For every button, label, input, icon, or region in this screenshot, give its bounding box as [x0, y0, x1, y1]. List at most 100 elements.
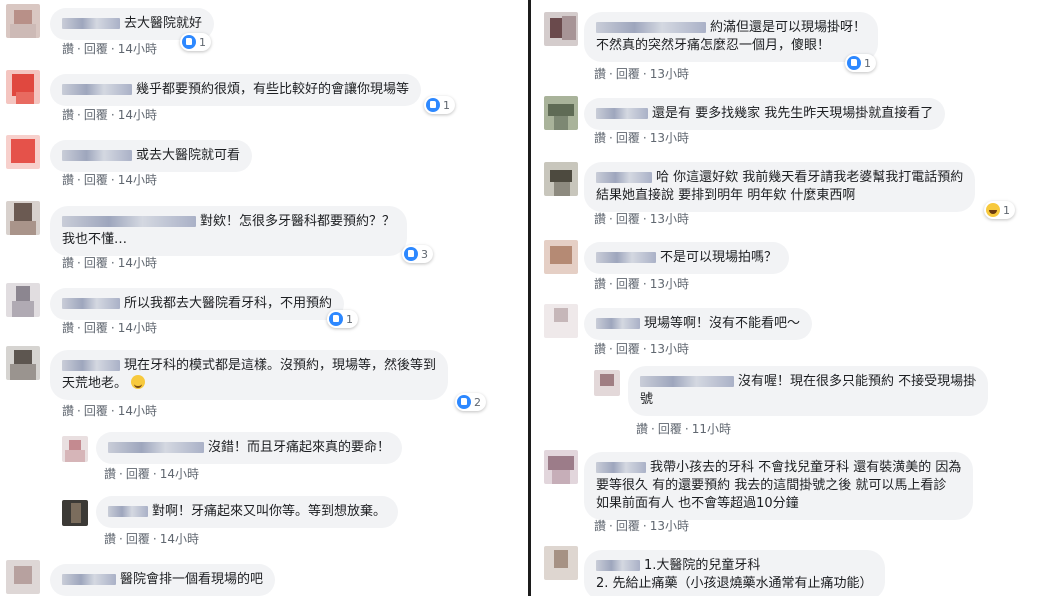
- reply-button[interactable]: 回覆: [658, 422, 682, 436]
- blurred-username[interactable]: [62, 150, 132, 161]
- blurred-username[interactable]: [62, 360, 120, 371]
- timestamp[interactable]: 13小時: [650, 67, 689, 81]
- reply-button[interactable]: 回覆: [84, 108, 108, 122]
- reply-button[interactable]: 回覆: [126, 532, 150, 546]
- avatar[interactable]: [6, 560, 40, 594]
- comment-bubble: 所以我都去大醫院看牙科，不用預約: [50, 288, 345, 320]
- reply-button[interactable]: 回覆: [84, 173, 108, 187]
- like-button[interactable]: 讚: [594, 131, 606, 145]
- timestamp[interactable]: 14小時: [118, 42, 157, 56]
- reply-button[interactable]: 回覆: [126, 467, 150, 481]
- blurred-username[interactable]: [62, 18, 120, 29]
- like-button[interactable]: 讚: [62, 42, 74, 56]
- blurred-username[interactable]: [596, 462, 646, 473]
- like-button[interactable]: 讚: [636, 422, 648, 436]
- reaction-count[interactable]: 1: [327, 310, 358, 328]
- reaction-count[interactable]: 1: [180, 33, 211, 51]
- like-button[interactable]: 讚: [104, 532, 116, 546]
- avatar[interactable]: [544, 12, 578, 46]
- timestamp[interactable]: 14小時: [118, 256, 157, 270]
- panel-divider: [528, 0, 531, 596]
- timestamp[interactable]: 13小時: [650, 131, 689, 145]
- blurred-username[interactable]: [62, 298, 120, 309]
- like-button[interactable]: 讚: [594, 212, 606, 226]
- comment-actions: 讚 · 回覆 · 13小時: [594, 131, 689, 145]
- blurred-username[interactable]: [596, 560, 640, 571]
- like-button[interactable]: 讚: [62, 321, 74, 335]
- avatar[interactable]: [62, 436, 88, 462]
- comment-actions: 讚 · 回覆 · 14小時: [62, 256, 157, 270]
- avatar[interactable]: [544, 450, 578, 484]
- timestamp[interactable]: 14小時: [118, 108, 157, 122]
- like-button[interactable]: 讚: [594, 342, 606, 356]
- timestamp[interactable]: 13小時: [650, 519, 689, 533]
- avatar[interactable]: [594, 370, 620, 396]
- like-button[interactable]: 讚: [594, 519, 606, 533]
- avatar[interactable]: [6, 4, 40, 38]
- reply-button[interactable]: 回覆: [616, 67, 640, 81]
- timestamp[interactable]: 14小時: [118, 321, 157, 335]
- reaction-count[interactable]: 2: [455, 393, 486, 411]
- reply-button[interactable]: 回覆: [616, 212, 640, 226]
- avatar[interactable]: [6, 201, 40, 235]
- reaction-count[interactable]: 1: [845, 54, 876, 72]
- reaction-count[interactable]: 1: [424, 96, 455, 114]
- reply-button[interactable]: 回覆: [84, 404, 108, 418]
- like-button[interactable]: 讚: [62, 173, 74, 187]
- blurred-username[interactable]: [596, 172, 652, 183]
- comment-bubble: 對欸！怎很多牙醫科都要預約？？ 我也不懂…: [50, 206, 408, 256]
- like-button[interactable]: 讚: [62, 108, 74, 122]
- blurred-username[interactable]: [108, 506, 148, 517]
- avatar[interactable]: [6, 346, 40, 380]
- like-icon: [329, 312, 343, 326]
- avatar[interactable]: [6, 283, 40, 317]
- timestamp[interactable]: 13小時: [650, 277, 689, 291]
- blurred-username[interactable]: [596, 108, 648, 119]
- reaction-count[interactable]: 1: [984, 201, 1015, 219]
- reply-button[interactable]: 回覆: [616, 131, 640, 145]
- blurred-username[interactable]: [596, 318, 640, 329]
- reply-button[interactable]: 回覆: [84, 321, 108, 335]
- like-icon: [182, 35, 196, 49]
- like-button[interactable]: 讚: [62, 404, 74, 418]
- blurred-username[interactable]: [62, 84, 132, 95]
- blurred-username[interactable]: [62, 574, 116, 585]
- avatar[interactable]: [544, 162, 578, 196]
- comment-text: 沒錯！而且牙痛起來真的要命！: [208, 440, 391, 455]
- comment-text: 2. 先給止痛藥（小孩退燒藥水通常有止痛功能）: [596, 576, 873, 591]
- timestamp[interactable]: 13小時: [650, 342, 689, 356]
- blurred-username[interactable]: [62, 216, 196, 227]
- comment-text: 要等很久 有的還要預約 我去的這間掛號之後 就可以馬上看診: [596, 478, 947, 493]
- timestamp[interactable]: 14小時: [118, 173, 157, 187]
- blurred-username[interactable]: [596, 252, 656, 263]
- avatar[interactable]: [544, 304, 578, 338]
- like-button[interactable]: 讚: [594, 67, 606, 81]
- like-button[interactable]: 讚: [594, 277, 606, 291]
- avatar[interactable]: [544, 96, 578, 130]
- reply-button[interactable]: 回覆: [616, 519, 640, 533]
- comment-bubble: 1.大醫院的兒童牙科 2. 先給止痛藥（小孩退燒藥水通常有止痛功能）: [584, 550, 885, 596]
- comment-text: 幾乎都要預約很煩，有些比較好的會讓你現場等: [136, 82, 410, 97]
- blurred-username[interactable]: [596, 22, 706, 33]
- avatar[interactable]: [544, 240, 578, 274]
- timestamp[interactable]: 14小時: [160, 532, 199, 546]
- like-button[interactable]: 讚: [104, 467, 116, 481]
- avatar[interactable]: [544, 546, 578, 580]
- avatar[interactable]: [6, 135, 40, 169]
- blurred-username[interactable]: [108, 442, 204, 453]
- reply-button[interactable]: 回覆: [616, 277, 640, 291]
- avatar[interactable]: [62, 500, 88, 526]
- timestamp[interactable]: 14小時: [118, 404, 157, 418]
- timestamp[interactable]: 13小時: [650, 212, 689, 226]
- reaction-count[interactable]: 3: [402, 245, 433, 263]
- blurred-username[interactable]: [640, 376, 734, 387]
- like-icon: [847, 56, 861, 70]
- like-button[interactable]: 讚: [62, 256, 74, 270]
- timestamp[interactable]: 11小時: [692, 422, 731, 436]
- reply-button[interactable]: 回覆: [84, 42, 108, 56]
- reply-button[interactable]: 回覆: [84, 256, 108, 270]
- comment-actions: 讚 · 回覆 · 13小時: [594, 277, 689, 291]
- avatar[interactable]: [6, 70, 40, 104]
- timestamp[interactable]: 14小時: [160, 467, 199, 481]
- reply-button[interactable]: 回覆: [616, 342, 640, 356]
